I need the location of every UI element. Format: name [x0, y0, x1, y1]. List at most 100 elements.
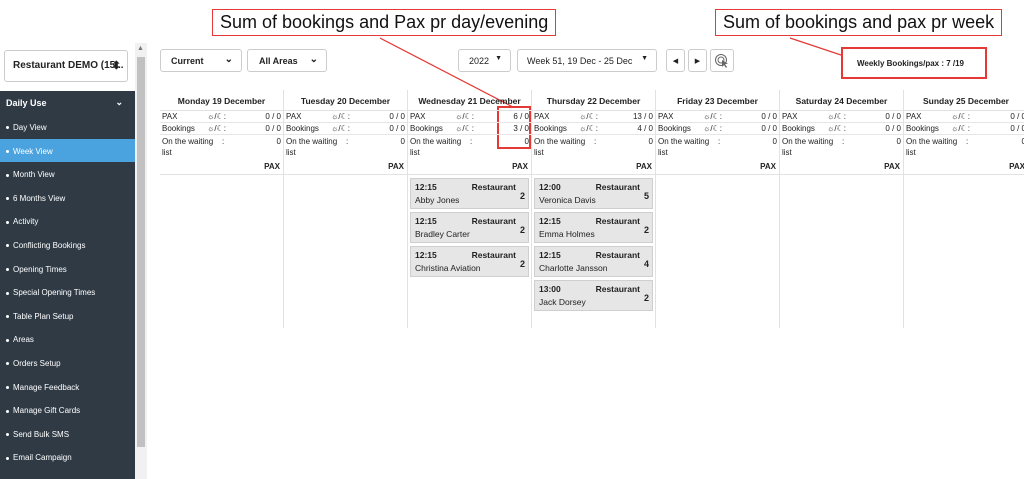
pax-value: 0 / 0	[761, 112, 777, 121]
sidebar-header: Restaurant DEMO (15... ⬍	[0, 43, 135, 91]
sidebar-item-areas[interactable]: Areas	[0, 327, 135, 351]
sidebar-item-manage-feedback[interactable]: Manage Feedback	[0, 375, 135, 399]
period-select[interactable]: Current ⌄	[160, 49, 242, 72]
pax-label: PAX	[906, 112, 922, 121]
sidebar-item-6-months-view[interactable]: 6 Months View	[0, 186, 135, 210]
day-header[interactable]: Saturday 24 December	[780, 90, 903, 111]
pax-label: PAX	[658, 112, 674, 121]
booking-card[interactable]: 12:15 Restaurant Bradley Carter 2	[410, 212, 529, 243]
waiting-list-value: 0	[772, 137, 777, 146]
pax-column-label: PAX	[904, 161, 1024, 175]
bookings-value: 0 / 0	[761, 124, 777, 133]
chevron-down-icon: ⌄	[309, 54, 318, 65]
weekly-summary: Weekly Bookings/pax : 7 /19	[841, 47, 987, 79]
booking-pax: 2	[643, 293, 649, 303]
booking-area: Restaurant	[471, 250, 516, 260]
day-header[interactable]: Monday 19 December	[160, 90, 283, 111]
bullet-icon	[6, 220, 9, 224]
day-night-icon: ☼/☾:	[951, 124, 970, 133]
next-week-button[interactable]: ▶	[688, 49, 707, 72]
booking-guest-name: Christina Aviation	[415, 263, 481, 273]
sidebar-menu: Daily Use ⌄ Day View Week View Month View 6…	[0, 91, 135, 479]
day-header[interactable]: Tuesday 20 December	[284, 90, 407, 111]
booking-card[interactable]: 12:15 Restaurant Christina Aviation 2	[410, 246, 529, 277]
sidebar-item-opening-times[interactable]: Opening Times	[0, 257, 135, 281]
booking-pax: 4	[643, 259, 649, 269]
sidebar-item-table-plan-setup[interactable]: Table Plan Setup	[0, 304, 135, 328]
booking-time: 12:15	[539, 250, 561, 260]
booking-area: Restaurant	[471, 182, 516, 192]
sidebar-item-label: Special Opening Times	[13, 288, 96, 298]
scroll-up-icon[interactable]: ▲	[137, 45, 144, 52]
sidebar-item-week-view[interactable]: Week View	[0, 138, 135, 163]
chevron-left-icon: ◀	[672, 58, 679, 65]
bookings-label: Bookings	[162, 124, 195, 133]
booking-card[interactable]: 12:15 Restaurant Emma Holmes 2	[534, 212, 653, 243]
booking-guest-name: Bradley Carter	[415, 229, 470, 239]
booking-time: 12:15	[415, 250, 437, 260]
year-select[interactable]: 2022 ▼	[458, 49, 511, 72]
day-header[interactable]: Sunday 25 December	[904, 90, 1024, 111]
bullet-icon	[6, 291, 9, 295]
sidebar-item-day-view[interactable]: Day View	[0, 115, 135, 139]
caret-down-icon: ▼	[495, 55, 502, 62]
pax-row: PAX ☼/☾: 6 / 0	[408, 111, 531, 123]
sidebar-scrollbar[interactable]: ▲	[135, 43, 147, 479]
waiting-list-colon: :	[594, 137, 597, 146]
sidebar-item-orders-setup[interactable]: Orders Setup	[0, 351, 135, 375]
waiting-list-colon: :	[718, 137, 721, 146]
bookings-label: Bookings	[534, 124, 567, 133]
day-night-icon: ☼/☾:	[703, 112, 722, 121]
booking-card[interactable]: 12:00 Restaurant Veronica Davis 5	[534, 178, 653, 209]
day-header[interactable]: Wednesday 21 December	[408, 90, 531, 111]
waiting-list-label: On the waiting list	[658, 137, 710, 157]
prev-week-button[interactable]: ◀	[666, 49, 685, 72]
pax-column-label: PAX	[160, 161, 283, 175]
sidebar-section-daily-use[interactable]: Daily Use ⌄	[0, 91, 135, 115]
bullet-icon	[6, 244, 9, 248]
areas-select[interactable]: All Areas ⌄	[247, 49, 327, 72]
areas-select-value: All Areas	[259, 56, 298, 66]
pax-column-label: PAX	[780, 161, 903, 175]
booking-pax: 2	[519, 225, 525, 235]
pax-column-label: PAX	[532, 161, 655, 175]
sidebar-section-label: Daily Use	[6, 98, 47, 108]
bookings-value: 0 / 0	[389, 124, 405, 133]
chevron-right-icon: ▶	[694, 58, 701, 65]
sidebar-item-month-view[interactable]: Month View	[0, 162, 135, 186]
bullet-icon	[6, 267, 9, 271]
day-header[interactable]: Friday 23 December	[656, 90, 779, 111]
sidebar-item-special-opening-times[interactable]: Special Opening Times	[0, 280, 135, 304]
sidebar-item-email-campaign[interactable]: Email Campaign	[0, 445, 135, 469]
pax-value: 0 / 0	[885, 112, 901, 121]
day-night-icon: ☼/☾:	[455, 124, 474, 133]
sidebar-item-activity[interactable]: Activity	[0, 209, 135, 233]
booking-card[interactable]: 12:15 Restaurant Abby Jones 2	[410, 178, 529, 209]
bullet-icon	[6, 149, 9, 153]
restaurant-selector[interactable]: Restaurant DEMO (15... ⬍	[4, 50, 128, 82]
booking-card[interactable]: 12:15 Restaurant Charlotte Jansson 4	[534, 246, 653, 277]
waiting-list-row: On the waiting list: 0	[656, 135, 779, 161]
sidebar-item-label: Manage Feedback	[13, 382, 80, 392]
scrollbar-thumb[interactable]	[137, 57, 145, 447]
day-column: Friday 23 December PAX ☼/☾: 0 / 0 Bookings ☼/…	[656, 90, 780, 328]
day-header[interactable]: Thursday 22 December	[532, 90, 655, 111]
booking-area: Restaurant	[595, 250, 640, 260]
week-select[interactable]: Week 51, 19 Dec - 25 Dec ▼	[517, 49, 657, 72]
pax-row: PAX ☼/☾: 0 / 0	[656, 111, 779, 123]
sidebar-item-send-bulk-sms[interactable]: Send Bulk SMS	[0, 422, 135, 446]
bookings-label: Bookings	[286, 124, 319, 133]
booking-pax: 2	[519, 191, 525, 201]
sidebar-item-manage-gift-cards[interactable]: Manage Gift Cards	[0, 398, 135, 422]
bullet-icon	[6, 338, 9, 342]
waiting-list-row: On the waiting list:0	[904, 135, 1024, 161]
day-column: Thursday 22 December PAX ☼/☾: 13 / 0 Booking…	[532, 90, 656, 328]
pax-label: PAX	[162, 112, 178, 121]
waiting-list-value: 0	[524, 137, 529, 146]
daily-sum-annotation: Sum of bookings and Pax pr day/evening	[212, 9, 557, 36]
touch-mode-button[interactable]	[710, 49, 734, 72]
year-select-value: 2022	[469, 56, 490, 66]
sidebar-item-conflicting-bookings[interactable]: Conflicting Bookings	[0, 233, 135, 257]
booking-card[interactable]: 13:00 Restaurant Jack Dorsey 2	[534, 280, 653, 311]
waiting-list-value: 0	[648, 137, 653, 146]
